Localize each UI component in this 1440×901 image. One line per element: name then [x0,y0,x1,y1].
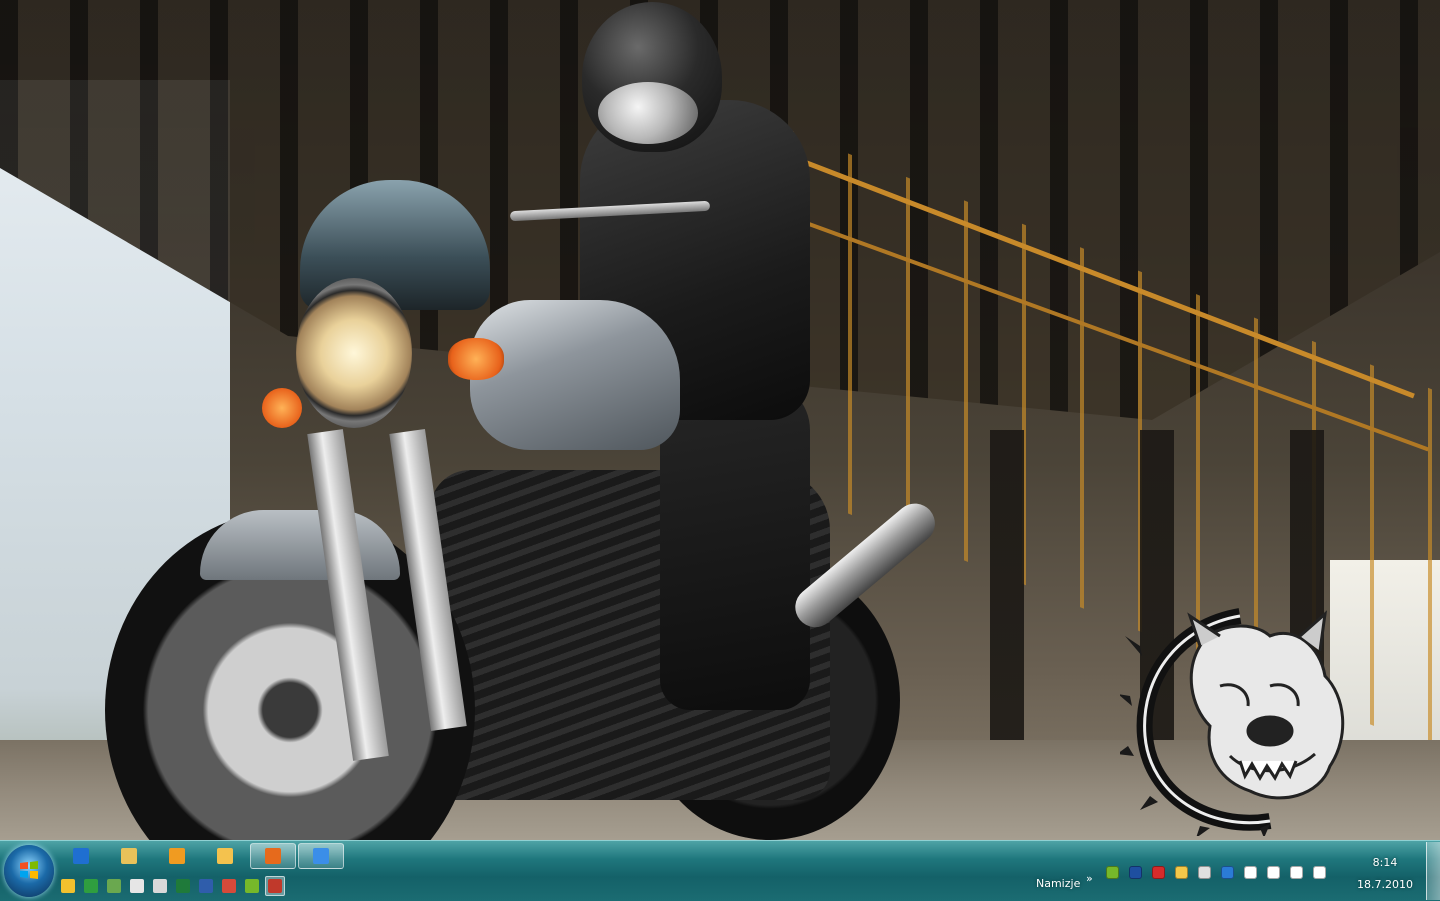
toolbar-chevron-icon[interactable]: » [1086,872,1093,885]
quick-launch-row [58,872,288,900]
motorcycle-blinker-left [262,388,302,428]
taskbar-button-media-player[interactable] [154,843,200,869]
antivirus-icon[interactable] [1150,864,1166,880]
taskbar-button-remote-desktop[interactable] [298,843,344,869]
motorcycle-fuel-tank [470,300,680,450]
printer-icon[interactable] [1196,864,1212,880]
bluetooth-icon[interactable] [1127,864,1143,880]
signal-bars-glyph [1289,865,1303,879]
messenger-icon [217,848,233,864]
taskbar-button-messenger[interactable] [202,843,248,869]
window-icon [130,879,144,893]
volume-glyph [1312,865,1326,879]
quick-launch-messenger-people[interactable] [242,876,262,896]
media-player-icon [169,848,185,864]
system-tray [1104,862,1334,882]
start-button[interactable] [4,845,54,897]
quick-launch-word[interactable] [196,876,216,896]
pencil-icon [107,879,121,893]
bulldog-emblem-icon [1120,608,1345,836]
outlook-icon [222,879,236,893]
network-globe-icon[interactable] [1219,864,1235,880]
firefox-icon [265,848,281,864]
word-icon [199,879,213,893]
motorcycle-mirror [598,82,698,144]
motorcycle-front-fender [200,510,400,580]
desktop-toolbar-label[interactable]: Namizje [1036,877,1080,890]
taskbar-clock[interactable]: 8:14 18.7.2010 [1354,852,1416,896]
snipping-tool-icon [268,879,282,893]
quick-launch-outlook[interactable] [219,876,239,896]
bluetooth-glyph [1128,865,1142,879]
battery-icon[interactable] [1265,864,1281,880]
signal-bars-icon[interactable] [1288,864,1304,880]
explorer-folder-icon [121,848,137,864]
action-center-flag-icon[interactable] [1242,864,1258,880]
network-globe-glyph [1220,865,1234,879]
taskbar-pinned-row [58,842,346,870]
copy-icon [153,879,167,893]
desktop-wallpaper [0,0,1440,840]
project-icon [84,879,98,893]
messenger-tray-icon[interactable] [1173,864,1189,880]
show-desktop-button[interactable] [1426,842,1440,900]
motorcycle-headlight [296,278,412,428]
gadget-icon [61,879,75,893]
quick-launch-window[interactable] [127,876,147,896]
rider-legs [660,380,810,710]
messenger-tray-glyph [1174,865,1188,879]
quick-launch-copy[interactable] [150,876,170,896]
quick-launch-gadget[interactable] [58,876,78,896]
quick-launch-snipping-tool[interactable] [265,876,285,896]
printer-glyph [1197,865,1211,879]
antivirus-glyph [1151,865,1165,879]
quick-launch-project[interactable] [81,876,101,896]
remote-desktop-icon [313,848,329,864]
skype-icon[interactable] [1104,864,1120,880]
excel-icon [176,879,190,893]
taskbar-button-firefox[interactable] [250,843,296,869]
skype-glyph [1105,865,1119,879]
clock-date: 18.7.2010 [1357,878,1413,891]
volume-icon[interactable] [1311,864,1327,880]
windows-orb-icon [20,861,38,879]
battery-glyph [1266,865,1280,879]
internet-explorer-icon [73,848,89,864]
taskbar-button-explorer-folder[interactable] [106,843,152,869]
quick-launch-excel[interactable] [173,876,193,896]
action-center-flag-glyph [1243,865,1257,879]
motorcycle-blinker-right [448,338,504,380]
taskbar-button-internet-explorer[interactable] [58,843,104,869]
clock-time: 8:14 [1372,856,1398,869]
quick-launch-pencil[interactable] [104,876,124,896]
messenger-people-icon [245,879,259,893]
